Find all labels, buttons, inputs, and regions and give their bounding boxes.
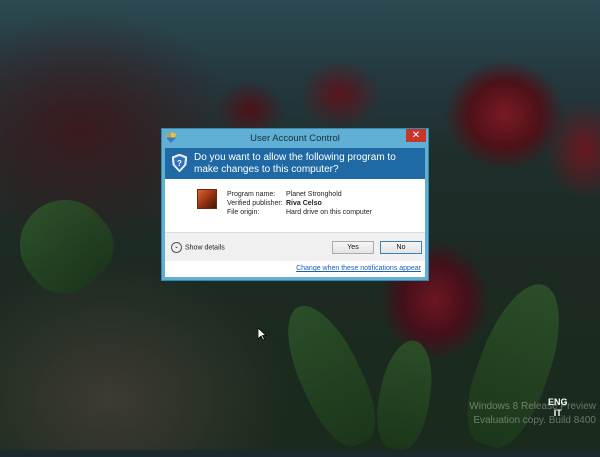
close-icon: ✕ <box>411 130 421 141</box>
wallpaper-leaf <box>453 273 577 457</box>
field-labels: Program name: Verified publisher: File o… <box>227 190 287 217</box>
publisher-label: Verified publisher: <box>227 200 283 207</box>
watermark-line1: Windows 8 Release Preview <box>469 401 596 412</box>
mouse-cursor-icon <box>258 328 267 341</box>
field-values: Planet Stronghold Riva Celso Hard drive … <box>286 190 446 217</box>
windows-watermark: Windows 8 Release Preview Evaluation cop… <box>469 400 596 428</box>
watermark-line2: Evaluation copy. Build 8400 <box>473 415 596 426</box>
dialog-title: User Account Control <box>250 133 340 144</box>
no-button[interactable]: No <box>380 241 422 254</box>
change-notifications-link[interactable]: Change when these notifications appear <box>296 265 421 272</box>
uac-dialog: User Account Control ✕ ? Do you want to … <box>161 128 429 281</box>
chevron-down-icon: ⌄ <box>171 242 182 253</box>
close-button[interactable]: ✕ <box>406 129 426 142</box>
language-indicator[interactable]: ENG IT <box>548 397 568 419</box>
dialog-body: ? Do you want to allow the following pro… <box>165 148 425 277</box>
dialog-header: ? Do you want to allow the following pro… <box>165 148 425 179</box>
origin-label: File origin: <box>227 209 260 216</box>
svg-text:?: ? <box>177 159 182 168</box>
language-primary: ENG <box>548 397 568 407</box>
wallpaper-leaf <box>271 294 389 456</box>
publisher-value: Riva Celso <box>286 200 322 207</box>
show-details-label: Show details <box>185 244 225 252</box>
shield-icon: ? <box>172 154 187 172</box>
language-secondary: IT <box>553 408 562 418</box>
wallpaper-leaf <box>370 336 440 454</box>
program-name-label: Program name: <box>227 191 276 198</box>
origin-value: Hard drive on this computer <box>286 209 372 216</box>
program-name-value: Planet Stronghold <box>286 191 342 198</box>
app-icon <box>197 189 217 209</box>
wallpaper-leaf <box>1 181 129 309</box>
yes-button[interactable]: Yes <box>332 241 374 254</box>
dialog-titlebar[interactable]: User Account Control ✕ <box>162 129 428 148</box>
dialog-question: Do you want to allow the following progr… <box>194 152 396 175</box>
show-details-toggle[interactable]: ⌄ Show details <box>171 242 225 253</box>
button-row: ⌄ Show details Yes No <box>165 232 425 261</box>
